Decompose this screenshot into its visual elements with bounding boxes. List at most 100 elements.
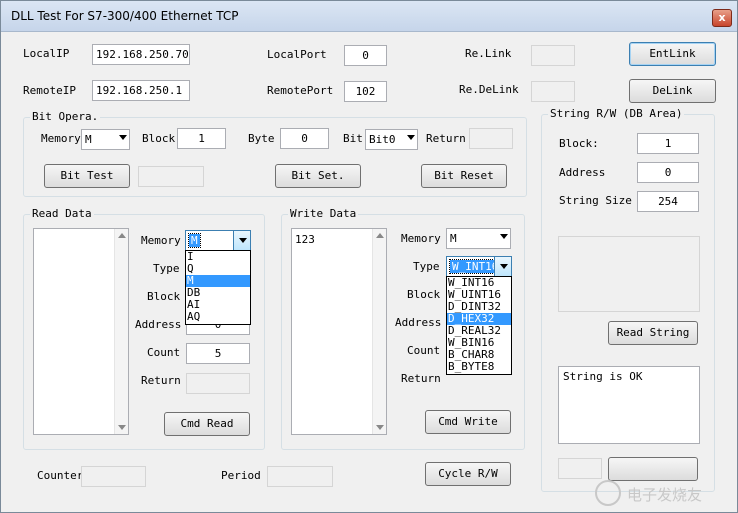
write-data-text: 123 — [295, 233, 315, 246]
cmd-write-button[interactable]: Cmd Write — [425, 410, 511, 434]
chevron-down-icon — [500, 234, 508, 239]
bit-bit-select[interactable]: Bit0 — [365, 129, 418, 150]
local-ip-input[interactable]: 192.168.250.70 — [92, 44, 190, 65]
read-memory-dropdown[interactable]: I Q M DB AI AQ — [185, 250, 251, 325]
bit-bit-label: Bit — [343, 132, 363, 145]
remote-port-label: RemotePort — [267, 84, 334, 97]
redelink-label: Re.DeLink — [459, 83, 519, 96]
delink-button[interactable]: DeLink — [629, 79, 716, 103]
string-size-input[interactable]: 254 — [637, 191, 699, 212]
bit-block-input[interactable]: 1 — [177, 128, 226, 149]
write-address-label: Address — [395, 316, 442, 329]
bit-set-button[interactable]: Bit Set. — [275, 164, 361, 188]
chevron-down-icon — [119, 135, 127, 140]
scroll-down-icon[interactable] — [376, 425, 384, 430]
watermark-icon — [595, 480, 621, 506]
read-count-label: Count — [147, 346, 181, 359]
read-return-field — [186, 373, 250, 394]
string-address-input[interactable]: 0 — [637, 162, 699, 183]
title-bar[interactable]: DLL Test For S7-300/400 Ethernet TCP x — [1, 1, 737, 32]
bit-return-label: Return — [426, 132, 466, 145]
chevron-down-icon — [239, 238, 247, 243]
bit-byte-input[interactable]: 0 — [280, 128, 329, 149]
chevron-down-icon — [407, 135, 415, 140]
write-memory-select[interactable]: M — [446, 228, 511, 249]
entlink-button[interactable]: EntLink — [629, 42, 716, 66]
remote-ip-label: RemoteIP — [23, 84, 76, 97]
local-port-label: LocalPort — [267, 48, 327, 61]
bit-test-button[interactable]: Bit Test — [44, 164, 130, 188]
close-button[interactable]: x — [712, 9, 732, 27]
string-size-label: String Size — [559, 194, 632, 207]
read-data-list[interactable] — [33, 228, 129, 435]
period-label: Period — [221, 469, 261, 482]
read-type-label: Type — [153, 262, 180, 275]
string-address-label: Address — [559, 166, 606, 179]
read-block-label: Block — [147, 290, 181, 303]
relink-field — [531, 45, 575, 66]
local-ip-label: LocalIP — [23, 47, 70, 60]
write-count-label: Count — [407, 344, 441, 357]
string-block-label: Block: — [559, 137, 599, 150]
scroll-up-icon[interactable] — [118, 233, 126, 238]
window-title: DLL Test For S7-300/400 Ethernet TCP — [11, 9, 239, 23]
scroll-down-icon[interactable] — [118, 425, 126, 430]
write-memory-value: M — [450, 232, 457, 245]
main-window: DLL Test For S7-300/400 Ethernet TCP x L… — [0, 0, 738, 513]
bit-return-field — [469, 128, 513, 149]
redelink-field — [531, 81, 575, 102]
bit-test-result — [138, 166, 204, 187]
string-read-area — [558, 236, 700, 312]
write-type-label: Type — [413, 260, 440, 273]
read-memory-select[interactable]: M — [185, 230, 251, 251]
remote-ip-input[interactable]: 192.168.250.1 — [92, 80, 190, 101]
period-field — [267, 466, 333, 487]
read-return-label: Return — [141, 374, 181, 387]
dropdown-option[interactable]: AQ — [186, 311, 250, 323]
watermark-text: 电子发烧友 — [627, 486, 703, 504]
dropdown-option[interactable]: I — [186, 251, 250, 263]
counter-label: Counter — [37, 469, 84, 482]
string-extra-field — [558, 458, 602, 479]
counter-field — [81, 466, 146, 487]
read-count-input[interactable]: 5 — [186, 343, 250, 364]
read-data-title: Read Data — [30, 207, 94, 221]
bit-byte-label: Byte — [248, 132, 275, 145]
cmd-read-button[interactable]: Cmd Read — [164, 412, 250, 436]
read-string-button[interactable]: Read String — [608, 321, 698, 345]
dropdown-option[interactable]: B_BYTE8 — [447, 361, 511, 373]
local-port-input[interactable]: 0 — [344, 45, 387, 66]
dropdown-button[interactable] — [494, 257, 511, 276]
string-rw-title: String R/W (DB Area) — [548, 107, 685, 121]
write-memory-label: Memory — [401, 232, 441, 245]
bit-memory-label: Memory — [41, 132, 81, 145]
read-memory-label: Memory — [141, 234, 181, 247]
relink-label: Re.Link — [465, 47, 512, 60]
write-data-list[interactable]: 123 — [291, 228, 387, 435]
string-write-button[interactable] — [608, 457, 698, 481]
write-block-label: Block — [407, 288, 441, 301]
watermark-logo: 电子发烧友 — [595, 480, 729, 508]
remote-port-input[interactable]: 102 — [344, 81, 387, 102]
dropdown-option[interactable]: Q — [186, 263, 250, 275]
write-list-scrollbar[interactable] — [372, 229, 386, 434]
string-status-area[interactable]: String is OK — [558, 366, 700, 444]
bit-bit-value: Bit0 — [369, 133, 396, 146]
write-type-select[interactable]: W_INT16 — [446, 256, 512, 277]
scroll-up-icon[interactable] — [376, 233, 384, 238]
string-block-input[interactable]: 1 — [637, 133, 699, 154]
write-type-dropdown[interactable]: W_INT16 W_UINT16 D_DINT32 D_HEX32 D_REAL32 W_… — [446, 276, 512, 375]
chevron-down-icon — [500, 264, 508, 269]
write-type-value: W_INT16 — [448, 259, 502, 274]
write-data-title: Write Data — [288, 207, 359, 221]
bit-opera-title: Bit Opera. — [30, 110, 101, 124]
bit-memory-select[interactable]: M — [81, 129, 130, 150]
bit-reset-button[interactable]: Bit Reset — [421, 164, 507, 188]
bit-memory-value: M — [85, 133, 92, 146]
read-address-label: Address — [135, 318, 182, 331]
bit-block-label: Block — [142, 132, 176, 145]
cycle-rw-button[interactable]: Cycle R/W — [425, 462, 511, 486]
read-list-scrollbar[interactable] — [114, 229, 128, 434]
dropdown-button[interactable] — [233, 231, 250, 250]
read-memory-value: M — [188, 233, 201, 248]
